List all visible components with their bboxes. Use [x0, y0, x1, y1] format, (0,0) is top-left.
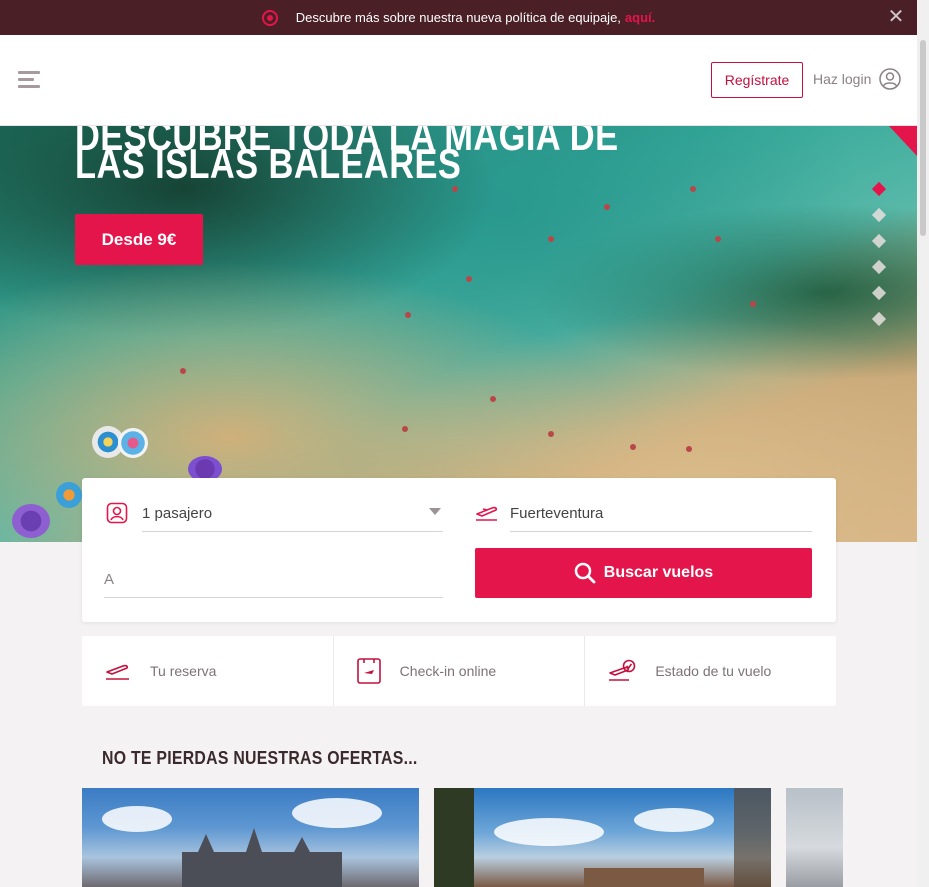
passengers-select[interactable]: 1 pasajero [142, 496, 443, 532]
swimmer [402, 426, 408, 432]
quick-link-label: Tu reserva [150, 663, 217, 679]
search-flights-button[interactable]: Buscar vuelos [475, 548, 812, 598]
swimmer [180, 368, 186, 374]
cloud-shape [102, 806, 172, 832]
chevron-down-icon [429, 508, 441, 515]
swimmer [750, 301, 756, 307]
announcement-bar: Descubre más sobre nuestra nueva polític… [0, 0, 917, 35]
destination-placeholder: A [104, 571, 115, 588]
tree-shape [434, 788, 474, 887]
origin-value: Fuerteventura [510, 505, 604, 522]
swimmer [548, 236, 554, 242]
swimmer [690, 186, 696, 192]
close-icon[interactable]: ✕ [887, 7, 905, 27]
swimmer [548, 431, 554, 437]
scrollbar-thumb[interactable] [920, 40, 926, 236]
record-icon [261, 9, 278, 26]
offer-card[interactable] [434, 788, 771, 887]
destination-input[interactable]: A [104, 562, 443, 598]
search-button-label: Buscar vuelos [603, 564, 714, 581]
slider-dot[interactable] [871, 285, 887, 301]
swimmer [466, 276, 472, 282]
beach-umbrella [118, 428, 148, 458]
quick-link-flight-status[interactable]: Estado de tu vuelo [585, 636, 836, 706]
offer-card[interactable] [786, 788, 843, 887]
login-link[interactable]: Haz login [813, 68, 902, 90]
site-header: Regístrate Haz login [0, 35, 917, 126]
building-shape [584, 868, 704, 887]
hamburger-icon[interactable] [18, 71, 42, 89]
plane-takeoff-icon [476, 506, 498, 521]
quick-link-reservation[interactable]: Tu reserva [82, 636, 334, 706]
swimmer [686, 446, 692, 452]
corner-ribbon [889, 126, 917, 156]
cloud-shape [634, 808, 714, 832]
page-scrollbar[interactable] [917, 0, 929, 887]
hero-cta-button[interactable]: Desde 9€ [75, 214, 203, 265]
boarding-pass-icon [356, 658, 381, 684]
tree-shape [734, 788, 771, 887]
cloud-shape [494, 818, 604, 846]
announcement-link[interactable]: aquí. [625, 10, 655, 25]
slider-dot[interactable] [871, 311, 887, 327]
swimmer [715, 236, 721, 242]
flight-status-icon [609, 659, 636, 681]
hero-title-line2: LAS ISLAS BALEARES [75, 140, 462, 187]
search-icon [574, 562, 596, 584]
swimmer [490, 396, 496, 402]
quick-link-label: Check-in online [399, 663, 497, 679]
cloud-shape [292, 798, 382, 828]
castle-shape [182, 828, 342, 887]
slider-dots [871, 181, 887, 340]
beach-umbrella [56, 482, 82, 508]
offers-heading: NO TE PIERDAS NUESTRAS OFERTAS... [102, 748, 418, 768]
slider-dot[interactable] [871, 233, 887, 249]
slider-dot[interactable] [871, 259, 887, 275]
quick-link-label: Estado de tu vuelo [655, 663, 772, 679]
swimmer [630, 444, 636, 450]
slider-dot[interactable] [871, 181, 887, 197]
quick-link-checkin[interactable]: Check-in online [334, 636, 586, 706]
origin-input[interactable]: Fuerteventura [510, 496, 812, 532]
announcement-text: Descubre más sobre nuestra nueva polític… [295, 10, 621, 25]
quick-links: Tu reserva Check-in online Estado de tu … [82, 636, 836, 706]
plane-landing-icon [106, 664, 129, 680]
register-button[interactable]: Regístrate [711, 62, 803, 98]
user-icon [879, 68, 902, 90]
swimmer [604, 204, 610, 210]
beach-umbrella [12, 504, 50, 538]
passengers-value: 1 pasajero [142, 505, 213, 522]
login-label: Haz login [813, 71, 872, 87]
swimmer [405, 312, 411, 318]
flight-search-form: 1 pasajero Fuerteventura A Buscar vuelos [82, 478, 836, 622]
slider-dot[interactable] [871, 207, 887, 223]
passenger-icon [106, 502, 128, 524]
offer-card[interactable] [82, 788, 419, 887]
